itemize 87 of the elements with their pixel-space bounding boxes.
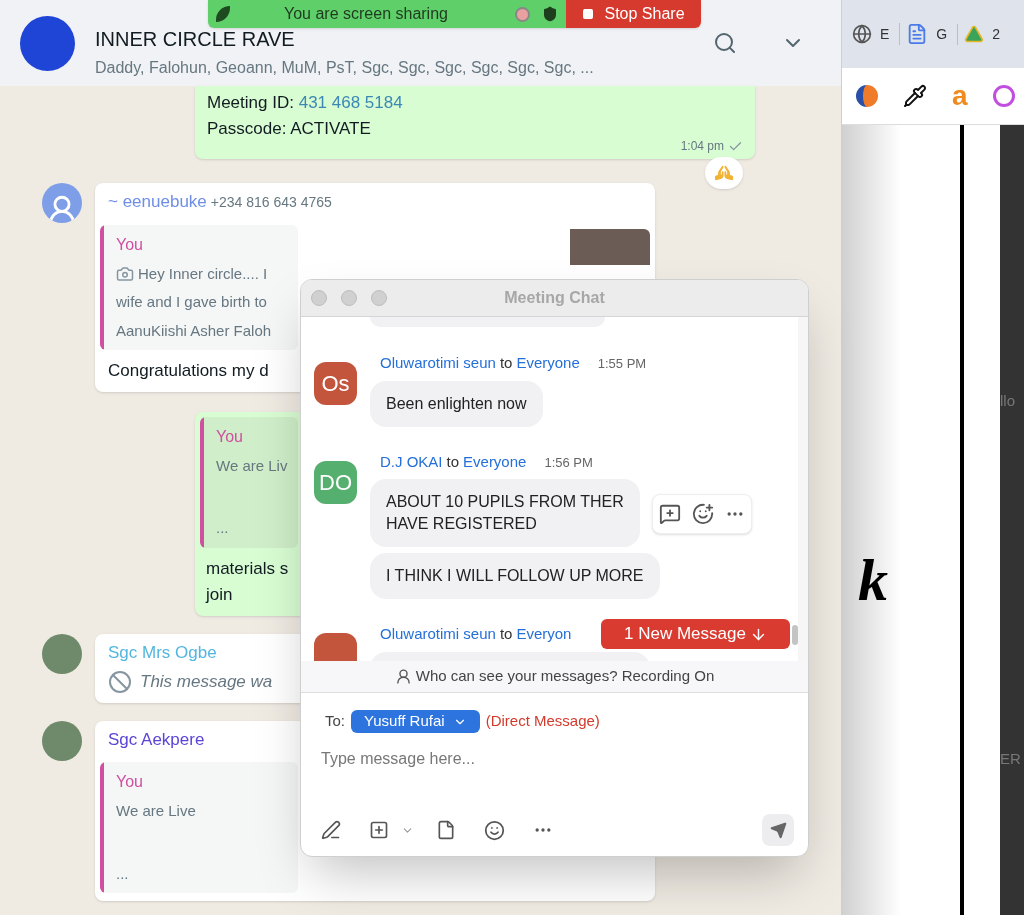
stop-share-button[interactable]: Stop Share bbox=[566, 0, 701, 28]
quote-author: You bbox=[116, 772, 144, 792]
message-text: materials s bbox=[205, 557, 290, 580]
emoji-icon[interactable] bbox=[484, 819, 505, 841]
recipient-dropdown[interactable]: Yusuff Rufai bbox=[351, 710, 480, 733]
avatar[interactable]: Os bbox=[314, 362, 357, 405]
search-icon[interactable] bbox=[713, 31, 737, 55]
add-reaction-icon[interactable] bbox=[692, 503, 714, 525]
screenshot-icon[interactable] bbox=[369, 820, 389, 840]
message-text: ABOUT 10 PUPILS FROM THER bbox=[386, 492, 624, 512]
stop-icon bbox=[582, 8, 595, 20]
window-title: Meeting Chat bbox=[504, 288, 605, 308]
group-title: INNER CIRCLE RAVE bbox=[95, 27, 296, 52]
to-label: To: bbox=[325, 711, 345, 732]
record-icon bbox=[515, 6, 530, 22]
deleted-icon bbox=[108, 669, 132, 694]
quote-text: wife and I gave birth to bbox=[116, 292, 267, 312]
quoted-message[interactable]: You We are Liv ... bbox=[200, 416, 298, 548]
recipient-name[interactable]: Everyone bbox=[516, 352, 580, 375]
new-message-button[interactable]: 1 New Message bbox=[601, 619, 790, 649]
praying-hands-icon bbox=[715, 164, 733, 182]
quote-text: We are Liv bbox=[216, 455, 288, 476]
quote-text: AanuKiishi Asher Faloh bbox=[116, 320, 272, 341]
sender-name[interactable]: Oluwarotimi seun bbox=[380, 623, 496, 646]
avatar[interactable] bbox=[42, 183, 82, 223]
triangle-icon bbox=[964, 24, 985, 44]
tab-title[interactable]: G bbox=[936, 23, 948, 45]
user-icon bbox=[394, 668, 412, 685]
message-label: Meeting ID: bbox=[207, 93, 295, 112]
direct-message-note: (Direct Message) bbox=[485, 711, 600, 732]
group-photo[interactable] bbox=[20, 15, 75, 71]
sender-name[interactable]: D.J OKAI bbox=[380, 450, 443, 473]
quote-text: ... bbox=[116, 863, 129, 884]
reply-icon[interactable] bbox=[658, 503, 681, 525]
sender-name[interactable]: Sgc Mrs Ogbe bbox=[108, 639, 217, 665]
message-text: join bbox=[204, 583, 234, 606]
avatar-photo[interactable] bbox=[42, 633, 82, 674]
recipient-name[interactable]: Everyon bbox=[516, 623, 572, 646]
panel-text: ER bbox=[1000, 748, 1022, 769]
quote-text: Hey Inner circle.... I bbox=[138, 263, 268, 284]
quote-text: We are Live bbox=[116, 801, 196, 821]
scrollbar-thumb[interactable] bbox=[792, 625, 798, 645]
message-text: HAVE REGISTERED bbox=[386, 514, 538, 534]
meeting-id-link[interactable]: 431 468 5184 bbox=[298, 93, 403, 112]
to-label: to bbox=[446, 451, 460, 472]
privacy-note: Who can see your messages? Recording On bbox=[415, 666, 715, 687]
group-members: Daddy, Falohun, Geoann, MuM, PsT, Sgc, Sgc, Sgc, Sgc, Sgc, Sgc, ... bbox=[95, 58, 595, 78]
panel-text: llo bbox=[1000, 391, 1016, 411]
tab-title[interactable]: E bbox=[880, 23, 890, 45]
page-letter: k bbox=[857, 546, 888, 615]
quote-author: You bbox=[216, 426, 244, 447]
camera-icon bbox=[116, 264, 134, 283]
extension-letter[interactable]: a bbox=[952, 82, 968, 110]
globe-icon bbox=[852, 24, 872, 44]
message-text: I THINK I WILL FOLLOW UP MORE bbox=[386, 566, 644, 586]
quote-author: You bbox=[116, 234, 144, 255]
deleted-message-text: This message wa bbox=[140, 671, 273, 693]
sender-phone: +234 816 643 4765 bbox=[210, 193, 332, 212]
sender-name[interactable]: Sgc Aekpere bbox=[108, 726, 205, 752]
extension-icon[interactable] bbox=[992, 85, 1015, 107]
leaf-icon bbox=[216, 6, 230, 22]
message-time: 1:04 pm bbox=[680, 138, 724, 155]
message-text: Congratulations my d bbox=[107, 360, 270, 382]
send-button[interactable] bbox=[762, 814, 794, 846]
message-time: 1:55 PM bbox=[597, 355, 647, 373]
tab-title[interactable]: 2 bbox=[992, 23, 1001, 45]
message-input[interactable]: Type message here... bbox=[321, 747, 788, 771]
text-format-icon[interactable] bbox=[321, 820, 341, 840]
message-time: 1:56 PM bbox=[544, 453, 593, 472]
extension-icon[interactable] bbox=[856, 85, 878, 107]
quoted-message[interactable]: You We are Live ... bbox=[100, 762, 298, 893]
to-label: to bbox=[499, 353, 513, 373]
avatar-photo[interactable] bbox=[42, 720, 82, 761]
sharing-status-text: You are screen sharing bbox=[284, 4, 448, 24]
eyedropper-icon[interactable] bbox=[903, 84, 927, 108]
send-icon bbox=[769, 821, 787, 839]
message-text: Passcode: ACTIVATE bbox=[207, 117, 372, 140]
quote-text: ... bbox=[216, 518, 229, 538]
to-label: to bbox=[499, 624, 513, 644]
shield-icon bbox=[542, 6, 558, 22]
file-icon[interactable] bbox=[436, 820, 456, 840]
sender-name[interactable]: ~ eenuebuke bbox=[108, 189, 207, 215]
sender-name[interactable]: Oluwarotimi seun bbox=[380, 352, 496, 375]
quoted-message[interactable]: You Hey Inner circle.... I wife and I gave birth to AanuKiishi Asher Faloh bbox=[100, 224, 298, 350]
message-text: Been enlighten now bbox=[386, 393, 527, 414]
avatar[interactable]: DO bbox=[314, 460, 357, 504]
recipient-name[interactable]: Everyone bbox=[463, 450, 527, 473]
